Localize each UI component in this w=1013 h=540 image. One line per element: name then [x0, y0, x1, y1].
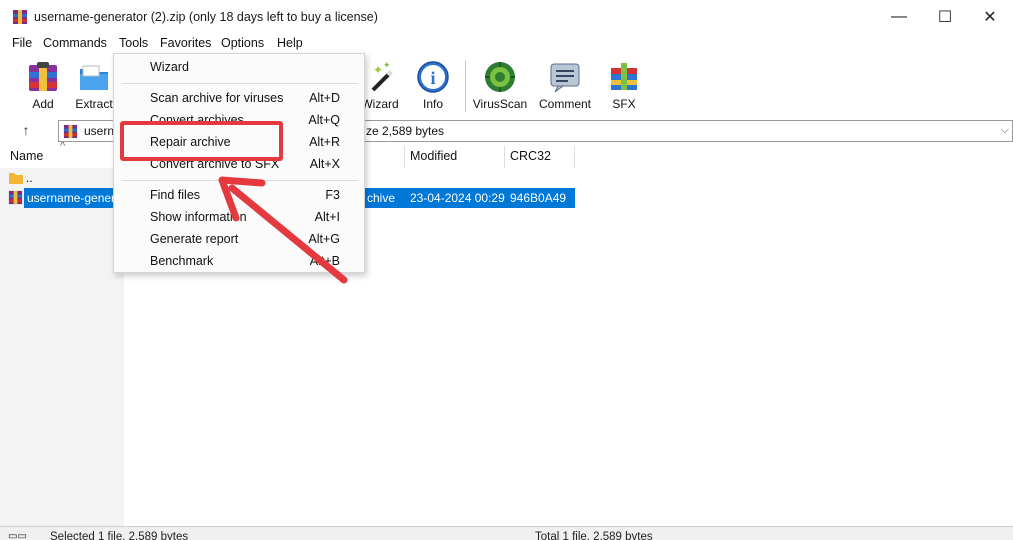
- annotation-highlight-box: [120, 121, 283, 161]
- menu-item-label: Find files: [150, 188, 201, 202]
- status-bar: ▭▭ Selected 1 file, 2,589 bytes Total 1 …: [0, 526, 1013, 540]
- status-selected: Selected 1 file, 2,589 bytes: [50, 531, 189, 540]
- sfx-button[interactable]: SFX: [593, 58, 655, 114]
- archive-icon: [63, 124, 78, 139]
- comment-icon: [550, 63, 580, 93]
- menu-item-label: Wizard: [150, 60, 189, 74]
- menu-item-shortcut: Alt+G: [308, 232, 340, 246]
- maximize-button[interactable]: ☐: [922, 0, 968, 34]
- title-bar: username-generator (2).zip (only 18 days…: [0, 0, 1013, 34]
- menu-commands[interactable]: Commands: [43, 36, 107, 50]
- virusscan-label: VirusScan: [472, 97, 528, 111]
- menu-options[interactable]: Options: [221, 36, 264, 50]
- folder-icon: [9, 173, 23, 184]
- svg-text:✦: ✦: [373, 63, 383, 77]
- menu-item-shortcut: F3: [325, 188, 340, 202]
- menu-item-generate-report[interactable]: Generate report Alt+G: [114, 228, 364, 250]
- sfx-archive-icon: [611, 63, 637, 90]
- menu-separator: [122, 83, 358, 84]
- column-name[interactable]: Name: [10, 149, 43, 163]
- close-button[interactable]: ✕: [967, 0, 1013, 34]
- column-divider: [504, 146, 505, 168]
- column-modified[interactable]: Modified: [410, 149, 457, 163]
- menu-item-show-information[interactable]: Show information Alt+I: [114, 206, 364, 228]
- menu-item-shortcut: Alt+Q: [308, 113, 340, 127]
- menu-item-label: Generate report: [150, 232, 239, 246]
- svg-text:i: i: [430, 68, 435, 88]
- info-button[interactable]: i Info: [402, 58, 464, 114]
- menu-tools[interactable]: Tools: [119, 36, 148, 50]
- file-modified: 23-04-2024 00:29: [410, 191, 505, 205]
- file-name: ..: [26, 171, 33, 185]
- column-divider: [404, 146, 405, 168]
- menu-item-label: Show information: [150, 210, 247, 224]
- comment-label: Comment: [538, 97, 591, 111]
- menu-item-label: Scan archive for viruses: [150, 91, 284, 105]
- menu-item-label: Benchmark: [150, 254, 214, 268]
- extract-folder-icon: [80, 65, 108, 90]
- winrar-app-icon: [13, 10, 27, 24]
- svg-text:✦: ✦: [383, 60, 391, 70]
- address-path: usern: [84, 124, 115, 138]
- info-label: Info: [422, 97, 443, 111]
- menu-file[interactable]: File: [12, 36, 32, 50]
- sort-arrow-icon: ^: [60, 140, 66, 152]
- sfx-label: SFX: [612, 97, 636, 111]
- up-folder-button[interactable]: ↑: [16, 122, 36, 140]
- menu-help[interactable]: Help: [277, 36, 303, 50]
- column-crc32[interactable]: CRC32: [510, 149, 551, 163]
- folder-tree-pane: [0, 168, 124, 526]
- menu-item-shortcut: Alt+X: [309, 157, 340, 171]
- file-name: username-gener: [27, 191, 116, 205]
- window-title: username-generator (2).zip (only 18 days…: [34, 10, 378, 24]
- file-crc32: 946B0A49: [510, 191, 567, 205]
- winrar-add-icon: [29, 62, 57, 91]
- menu-bar: File Commands Tools Favorites Options He…: [0, 34, 1013, 54]
- menu-item-shortcut: Alt+D: [309, 91, 340, 105]
- menu-item-scan-viruses[interactable]: Scan archive for viruses Alt+D: [114, 87, 364, 109]
- menu-item-wizard[interactable]: Wizard: [114, 56, 364, 78]
- info-icon: i: [417, 61, 449, 93]
- wizard-wand-icon: ✦ ✦: [371, 60, 393, 92]
- menu-separator: [122, 180, 358, 181]
- menu-item-shortcut: Alt+I: [314, 210, 340, 224]
- column-divider: [574, 146, 575, 168]
- address-size: ze 2,589 bytes: [366, 124, 445, 138]
- virusscan-button[interactable]: VirusScan: [469, 58, 531, 114]
- archive-file-icon: [8, 190, 23, 205]
- minimize-button[interactable]: —: [876, 0, 922, 34]
- menu-item-find-files[interactable]: Find files F3: [114, 184, 364, 206]
- comment-button[interactable]: Comment: [534, 58, 596, 114]
- virus-scan-icon: [485, 62, 515, 92]
- toolbar-separator: [465, 60, 466, 112]
- file-type: chive: [367, 191, 396, 205]
- drive-icon: ▭▭: [8, 531, 27, 540]
- menu-item-shortcut: Alt+B: [309, 254, 340, 268]
- status-total: Total 1 file, 2,589 bytes: [535, 531, 653, 540]
- address-dropdown-icon[interactable]: ⌵: [1001, 124, 1009, 137]
- menu-item-benchmark[interactable]: Benchmark Alt+B: [114, 250, 364, 272]
- menu-favorites[interactable]: Favorites: [160, 36, 211, 50]
- menu-item-shortcut: Alt+R: [309, 135, 340, 149]
- tools-dropdown-menu: Wizard Scan archive for viruses Alt+D Co…: [113, 53, 365, 273]
